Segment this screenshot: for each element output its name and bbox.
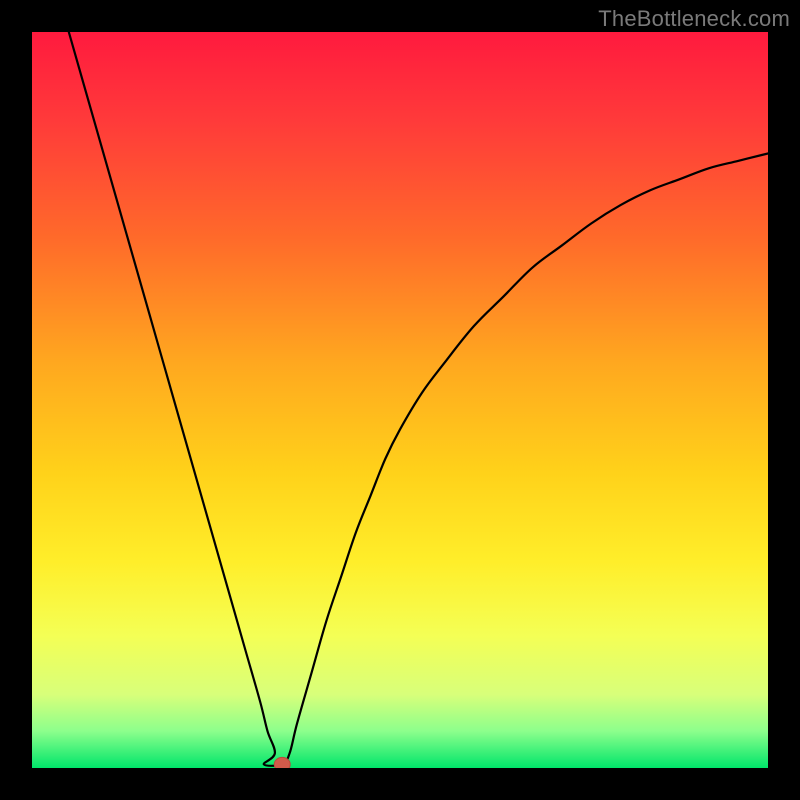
chart-stage: TheBottleneck.com <box>0 0 800 800</box>
watermark-text: TheBottleneck.com <box>598 6 790 32</box>
plot-area <box>32 32 768 768</box>
gradient-background <box>32 32 768 768</box>
plot-svg <box>32 32 768 768</box>
optimal-point-marker <box>274 757 290 768</box>
